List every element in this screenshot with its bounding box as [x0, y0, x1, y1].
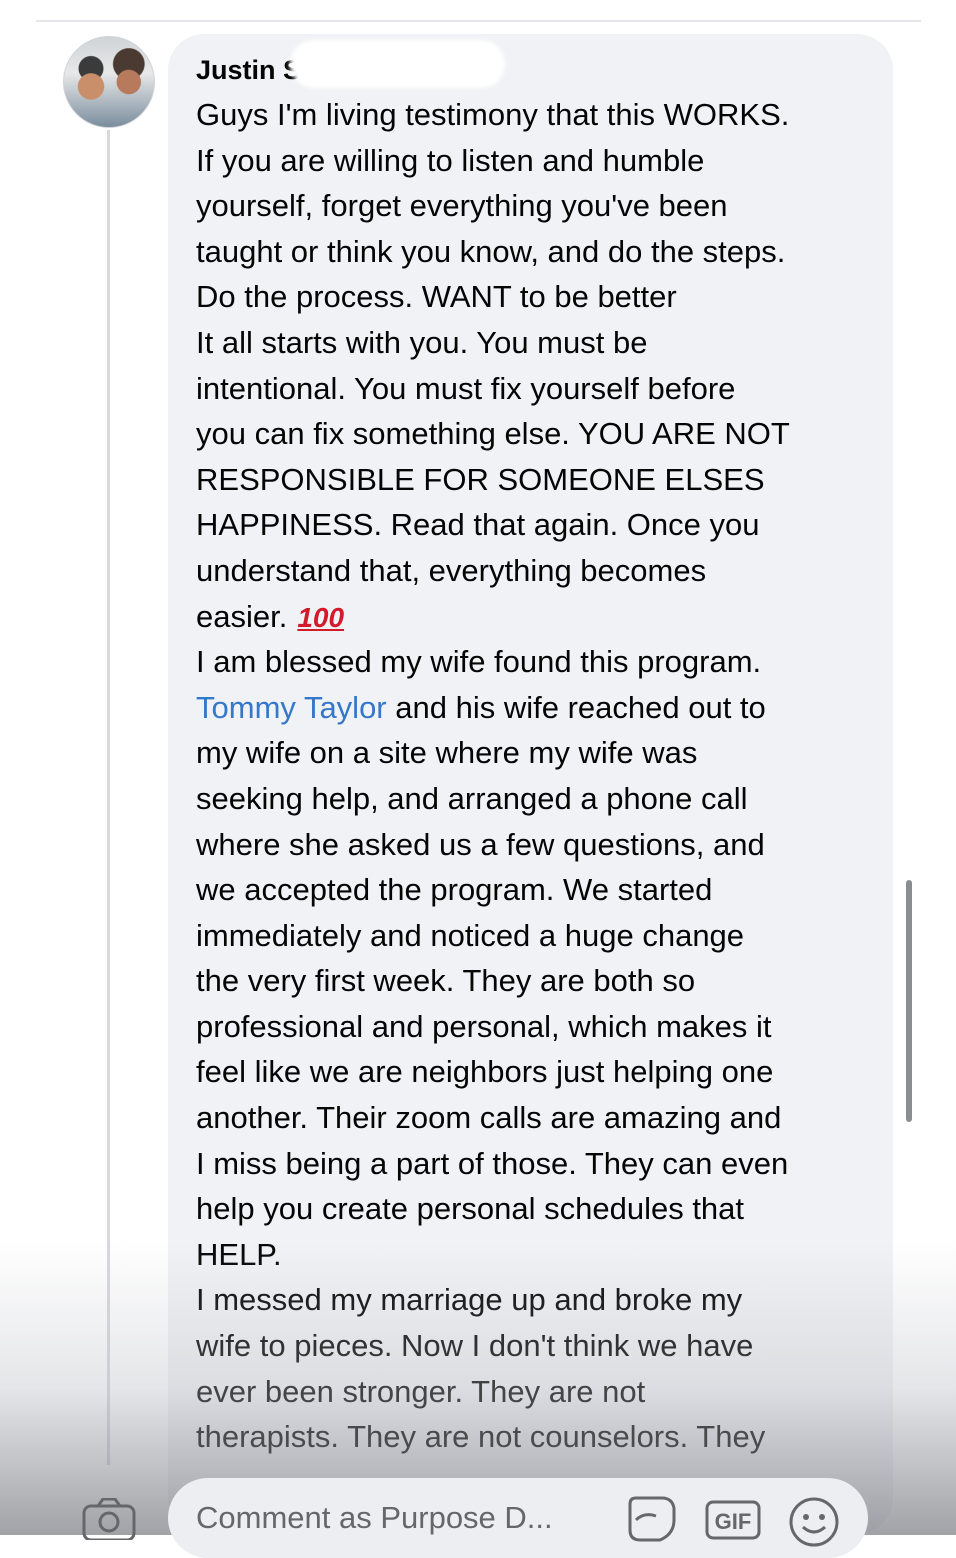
comment-line: my wife on a site where my wife was: [196, 735, 698, 771]
avatar[interactable]: [63, 36, 155, 128]
comment-line: another. Their zoom calls are amazing an…: [196, 1100, 782, 1136]
comment-line: help you create personal schedules that: [196, 1191, 745, 1227]
sticker-icon[interactable]: [622, 1494, 678, 1544]
comment-line: RESPONSIBLE FOR SOMEONE ELSES: [196, 461, 765, 497]
hundred-points-emoji: 100: [297, 601, 345, 633]
gif-icon[interactable]: GIF: [705, 1500, 761, 1540]
comment-line: understand that, everything becomes: [196, 552, 707, 588]
comment-line: feel like we are neighbors just helping …: [196, 1054, 774, 1090]
camera-icon[interactable]: [82, 1498, 136, 1540]
comment-line: HELP.: [196, 1236, 282, 1272]
comment-line: yourself, forget everything you've been: [196, 188, 728, 224]
comment-line-with-emoji: easier. 100: [196, 594, 886, 640]
comment-line: intentional. You must fix yourself befor…: [196, 370, 736, 406]
comment-line: I messed my marriage up and broke my: [196, 1282, 743, 1318]
comment-line: I am blessed my wife found this program.: [196, 644, 762, 680]
comment-line: therapists. They are not counselors. The…: [196, 1419, 766, 1455]
redaction-blur: [290, 40, 505, 88]
comment-line-text: easier.: [196, 598, 288, 634]
gif-label: GIF: [715, 1509, 752, 1534]
comment-line: we accepted the program. We started: [196, 872, 713, 908]
comment-line: seeking help, and arranged a phone call: [196, 780, 748, 816]
comment-body: Guys I'm living testimony that this WORK…: [196, 92, 886, 1460]
comment-line: ever been stronger. They are not: [196, 1373, 646, 1409]
comment-line: HAPPINESS. Read that again. Once you: [196, 507, 760, 543]
mention-link[interactable]: Tommy Taylor: [196, 690, 387, 725]
emoji-icon[interactable]: [788, 1496, 840, 1548]
comment-line: the very first week. They are both so: [196, 963, 696, 999]
comment-author-name[interactable]: Justin S: [196, 52, 306, 88]
comment-input-placeholder: Comment as Purpose D...: [196, 1500, 553, 1535]
top-divider: [36, 20, 921, 22]
comment-line: Do the process. WANT to be better: [196, 279, 677, 315]
comment-line: wife to pieces. Now I don't think we hav…: [196, 1328, 754, 1364]
comment-line: If you are willing to listen and humble: [196, 142, 705, 178]
comment-line: Guys I'm living testimony that this WORK…: [196, 97, 790, 132]
comment-line: immediately and noticed a huge change: [196, 917, 745, 953]
comment-line: It all starts with you. You must be: [196, 324, 648, 360]
thread-line: [107, 130, 110, 1465]
comment-line: I miss being a part of those. They can e…: [196, 1145, 789, 1181]
comment-line-with-mention: Tommy Taylor and his wife reached out to: [196, 685, 886, 731]
scrollbar[interactable]: [906, 880, 912, 1122]
comment-line: where she asked us a few questions, and: [196, 826, 765, 862]
comment-line: taught or think you know, and do the ste…: [196, 233, 786, 269]
comment-line: you can fix something else. YOU ARE NOT: [196, 416, 790, 452]
comment-line: professional and personal, which makes i…: [196, 1008, 772, 1044]
comment-line-text: and his wife reached out to: [386, 689, 766, 725]
